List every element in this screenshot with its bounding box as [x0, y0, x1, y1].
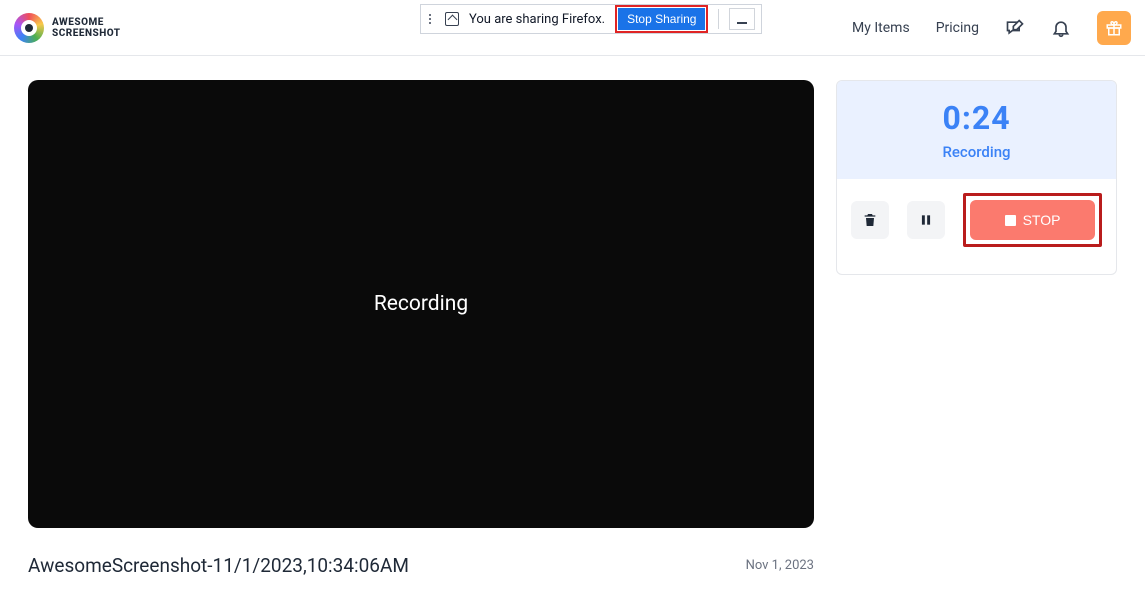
gift-button[interactable]: [1097, 11, 1131, 45]
grip-icon[interactable]: [429, 14, 431, 24]
video-stage: Recording: [28, 80, 814, 528]
nav-pricing[interactable]: Pricing: [936, 20, 979, 36]
brand-line1: AWESOME: [52, 17, 121, 28]
pause-icon: [919, 213, 933, 227]
share-screen-icon: [445, 12, 459, 26]
brand[interactable]: AWESOME SCREENSHOT: [14, 13, 121, 43]
stop-button-highlight: STOP: [963, 193, 1102, 247]
stop-sharing-button[interactable]: Stop Sharing: [618, 8, 705, 30]
stop-icon: [1005, 215, 1016, 226]
nav-my-items[interactable]: My Items: [852, 20, 910, 36]
sharing-indicator: You are sharing Firefox. Stop Sharing: [420, 4, 762, 34]
feedback-icon[interactable]: [1005, 18, 1025, 38]
stop-recording-button[interactable]: STOP: [970, 200, 1095, 240]
recording-timer: 0:24: [847, 99, 1106, 137]
main-content: Recording AwesomeScreenshot-11/1/2023,10…: [0, 56, 1145, 601]
video-date: Nov 1, 2023: [746, 558, 814, 573]
brand-logo-icon: [14, 13, 44, 43]
nav-right: My Items Pricing: [852, 11, 1131, 45]
video-column: Recording AwesomeScreenshot-11/1/2023,10…: [28, 80, 814, 577]
brand-text: AWESOME SCREENSHOT: [52, 17, 121, 39]
recording-controls: STOP: [837, 179, 1116, 261]
top-bar: AWESOME SCREENSHOT You are sharing Firef…: [0, 0, 1145, 56]
delete-button[interactable]: [851, 201, 889, 239]
notifications-icon[interactable]: [1051, 18, 1071, 38]
recording-status-label: Recording: [847, 143, 1106, 161]
recording-status-area: 0:24 Recording: [837, 81, 1116, 179]
stop-label: STOP: [1023, 212, 1061, 228]
pause-button[interactable]: [907, 201, 945, 239]
video-title: AwesomeScreenshot-11/1/2023,10:34:06AM: [28, 554, 409, 577]
trash-icon: [862, 212, 878, 228]
sharing-message: You are sharing Firefox.: [469, 12, 605, 27]
recording-panel: 0:24 Recording STOP: [836, 80, 1117, 275]
stage-label: Recording: [374, 292, 468, 316]
brand-line2: SCREENSHOT: [52, 28, 121, 39]
video-meta: AwesomeScreenshot-11/1/2023,10:34:06AM N…: [28, 528, 814, 577]
stop-sharing-highlight: Stop Sharing: [615, 5, 708, 33]
divider: [718, 9, 719, 29]
minimize-button[interactable]: [729, 8, 755, 30]
